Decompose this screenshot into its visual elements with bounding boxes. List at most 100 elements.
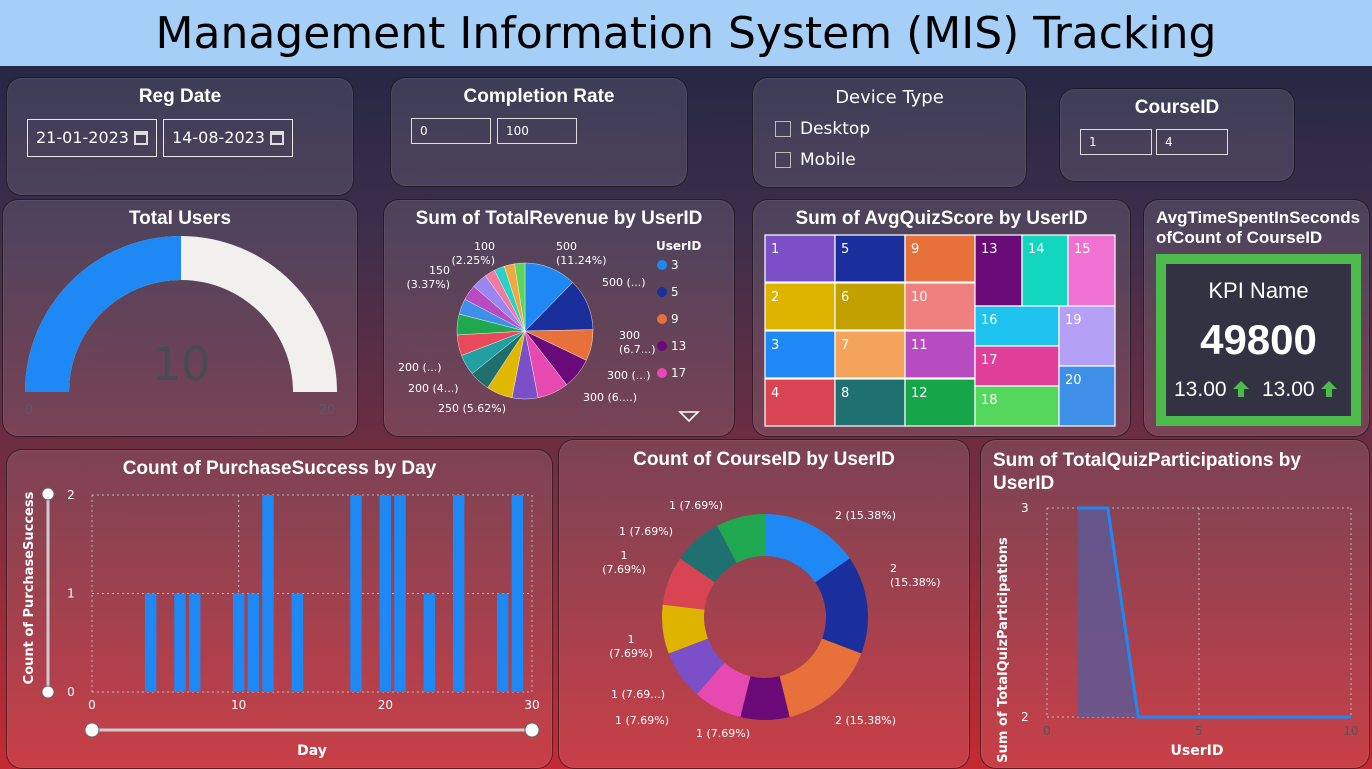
kpi-value: 49800 xyxy=(1200,316,1317,363)
course-donut-chart: 2 (15.38%) 2 (15.38%) 2 (15.38%) 1 (7.69%) 1 … xyxy=(602,499,940,740)
donut-data-label: 2 (15.38%) xyxy=(835,509,896,522)
x-tick-label: 0 xyxy=(88,698,96,712)
legend-marker xyxy=(657,368,667,378)
treemap-cell-label: 12 xyxy=(911,386,928,401)
pie-data-label: 250 (5.62%) xyxy=(438,402,506,415)
courseid-title: CourseID xyxy=(1134,97,1220,118)
donut-data-label: 1 (7.69%) xyxy=(615,714,669,727)
legend-item[interactable]: 17 xyxy=(671,366,686,380)
legend-marker xyxy=(657,287,667,297)
calendar-icon[interactable] xyxy=(134,131,148,145)
bar-grid xyxy=(91,494,533,693)
donut-slice[interactable] xyxy=(779,638,862,718)
treemap-cell-label: 19 xyxy=(1065,313,1082,328)
treemap-cell-label: 15 xyxy=(1074,242,1091,257)
reg-date-title: Reg Date xyxy=(138,86,222,107)
mobile-checkbox[interactable] xyxy=(775,152,791,168)
desktop-checkbox[interactable] xyxy=(775,121,791,137)
donut-data-label: 1 (7.69%) xyxy=(619,525,673,538)
bar[interactable] xyxy=(452,495,465,692)
donut-data-label: 1 (7.69%) xyxy=(669,499,723,512)
calendar-icon[interactable] xyxy=(270,131,284,145)
x-axis-label: Day xyxy=(297,743,327,759)
treemap-cell-label: 20 xyxy=(1065,373,1082,388)
treemap-cell-label: 7 xyxy=(841,338,849,353)
treemap-cell-label: 3 xyxy=(771,338,779,353)
treemap-cell-label: 8 xyxy=(841,386,849,401)
legend-item[interactable]: 13 xyxy=(671,339,686,353)
mobile-label: Mobile xyxy=(800,150,856,170)
scroll-down-icon[interactable] xyxy=(678,411,700,423)
end-date-value: 14-08-2023 xyxy=(172,128,265,147)
x-tick-label: 10 xyxy=(1343,724,1358,738)
pie-data-label: 300 (6.7...) xyxy=(619,329,656,356)
legend-marker xyxy=(657,314,667,324)
bar[interactable] xyxy=(291,593,304,693)
bar[interactable] xyxy=(188,593,201,693)
y-tick-label: 0 xyxy=(67,685,75,699)
treemap-cell-label: 5 xyxy=(841,242,849,257)
bar[interactable] xyxy=(262,495,274,692)
bar[interactable] xyxy=(379,495,392,692)
participation-area-chart: 23 0 5 10 Sum of TotalQuizParticipations U… xyxy=(996,501,1359,763)
pie-data-label: 200 (4...) xyxy=(408,382,459,395)
y-range-slider-handle[interactable] xyxy=(41,487,55,501)
courseid-max-input[interactable]: 4 xyxy=(1156,129,1228,155)
kpi-card: AvgTimeSpentInSeconds ofCount of CourseI… xyxy=(1143,199,1370,437)
treemap-cell-label: 16 xyxy=(981,313,998,328)
end-date-input[interactable]: 14-08-2023 xyxy=(163,119,293,157)
gauge-max-label: 20 xyxy=(319,403,336,418)
arrow-up-icon xyxy=(1321,381,1338,397)
kpi-left-sub-value: 13.00 xyxy=(1174,378,1227,401)
total-users-card: Total Users 10 0 20 xyxy=(2,199,358,437)
legend-item[interactable]: 9 xyxy=(671,312,679,326)
pie-data-label: 300 (...) xyxy=(607,369,651,382)
x-tick-label: 5 xyxy=(1195,724,1203,738)
bar[interactable] xyxy=(232,593,245,693)
revenue-pie-card: Sum of TotalRevenue by UserID 500 (11.24%… xyxy=(383,199,735,437)
y-tick-label: 3 xyxy=(1021,501,1029,515)
purchase-bar-card: Count of PurchaseSuccess by Day 012 0 10 2… xyxy=(6,449,553,769)
y-range-slider-handle[interactable] xyxy=(41,685,55,699)
bar[interactable] xyxy=(247,593,260,693)
x-ticks: 0 10 20 30 xyxy=(88,698,539,712)
courseid-min-input[interactable]: 1 xyxy=(1080,129,1152,155)
legend-item[interactable]: 3 xyxy=(671,258,679,272)
treemap-cell-label: 6 xyxy=(841,290,849,305)
legend-item[interactable]: 5 xyxy=(671,285,679,299)
bar[interactable] xyxy=(174,593,186,693)
y-tick-label: 2 xyxy=(1021,710,1029,724)
donut-data-label: 2 (15.38%) xyxy=(835,714,896,727)
x-range-slider-handle[interactable] xyxy=(524,722,540,738)
y-tick-label: 1 xyxy=(67,587,75,601)
completion-rate-slicer: Completion Rate 0 100 xyxy=(390,77,688,187)
legend-title: UserID xyxy=(656,239,701,253)
treemap-cell-label: 14 xyxy=(1028,242,1045,257)
bar[interactable] xyxy=(144,593,157,693)
bar[interactable] xyxy=(496,593,509,693)
bar[interactable] xyxy=(423,593,436,693)
donut-data-label: 1 (7.69%) xyxy=(609,633,653,660)
bar[interactable] xyxy=(511,495,524,692)
kpi-right-sub-value: 13.00 xyxy=(1262,378,1315,401)
completion-max-input[interactable]: 100 xyxy=(497,118,577,144)
y-tick-label: 2 xyxy=(67,488,75,502)
device-type-slicer: Device Type Desktop Mobile xyxy=(752,77,1027,188)
x-ticks: 0 5 10 xyxy=(1043,724,1358,738)
completion-min-input[interactable]: 0 xyxy=(411,118,491,144)
kpi-right-sub: 13.00 xyxy=(1262,378,1338,402)
x-range-slider-handle[interactable] xyxy=(84,722,100,738)
treemap-cell-label: 1 xyxy=(771,242,779,257)
desktop-label: Desktop xyxy=(800,119,871,139)
course-donut-card: Count of CourseID by UserID 2 (15.38%) 2(… xyxy=(558,439,970,769)
completion-rate-title: Completion Rate xyxy=(463,86,615,107)
reg-date-slicer: Reg Date 21-01-2023 14-08-2023 xyxy=(6,77,354,196)
y-ticks: 23 xyxy=(1021,501,1029,724)
y-axis-label: Sum of TotalQuizParticipations xyxy=(996,537,1011,763)
treemap-cell-label: 18 xyxy=(981,393,998,408)
bar[interactable] xyxy=(394,495,406,692)
donut-slices xyxy=(662,514,868,720)
start-date-input[interactable]: 21-01-2023 xyxy=(27,119,157,157)
x-tick-label: 0 xyxy=(1043,724,1051,738)
bar[interactable] xyxy=(350,495,362,692)
